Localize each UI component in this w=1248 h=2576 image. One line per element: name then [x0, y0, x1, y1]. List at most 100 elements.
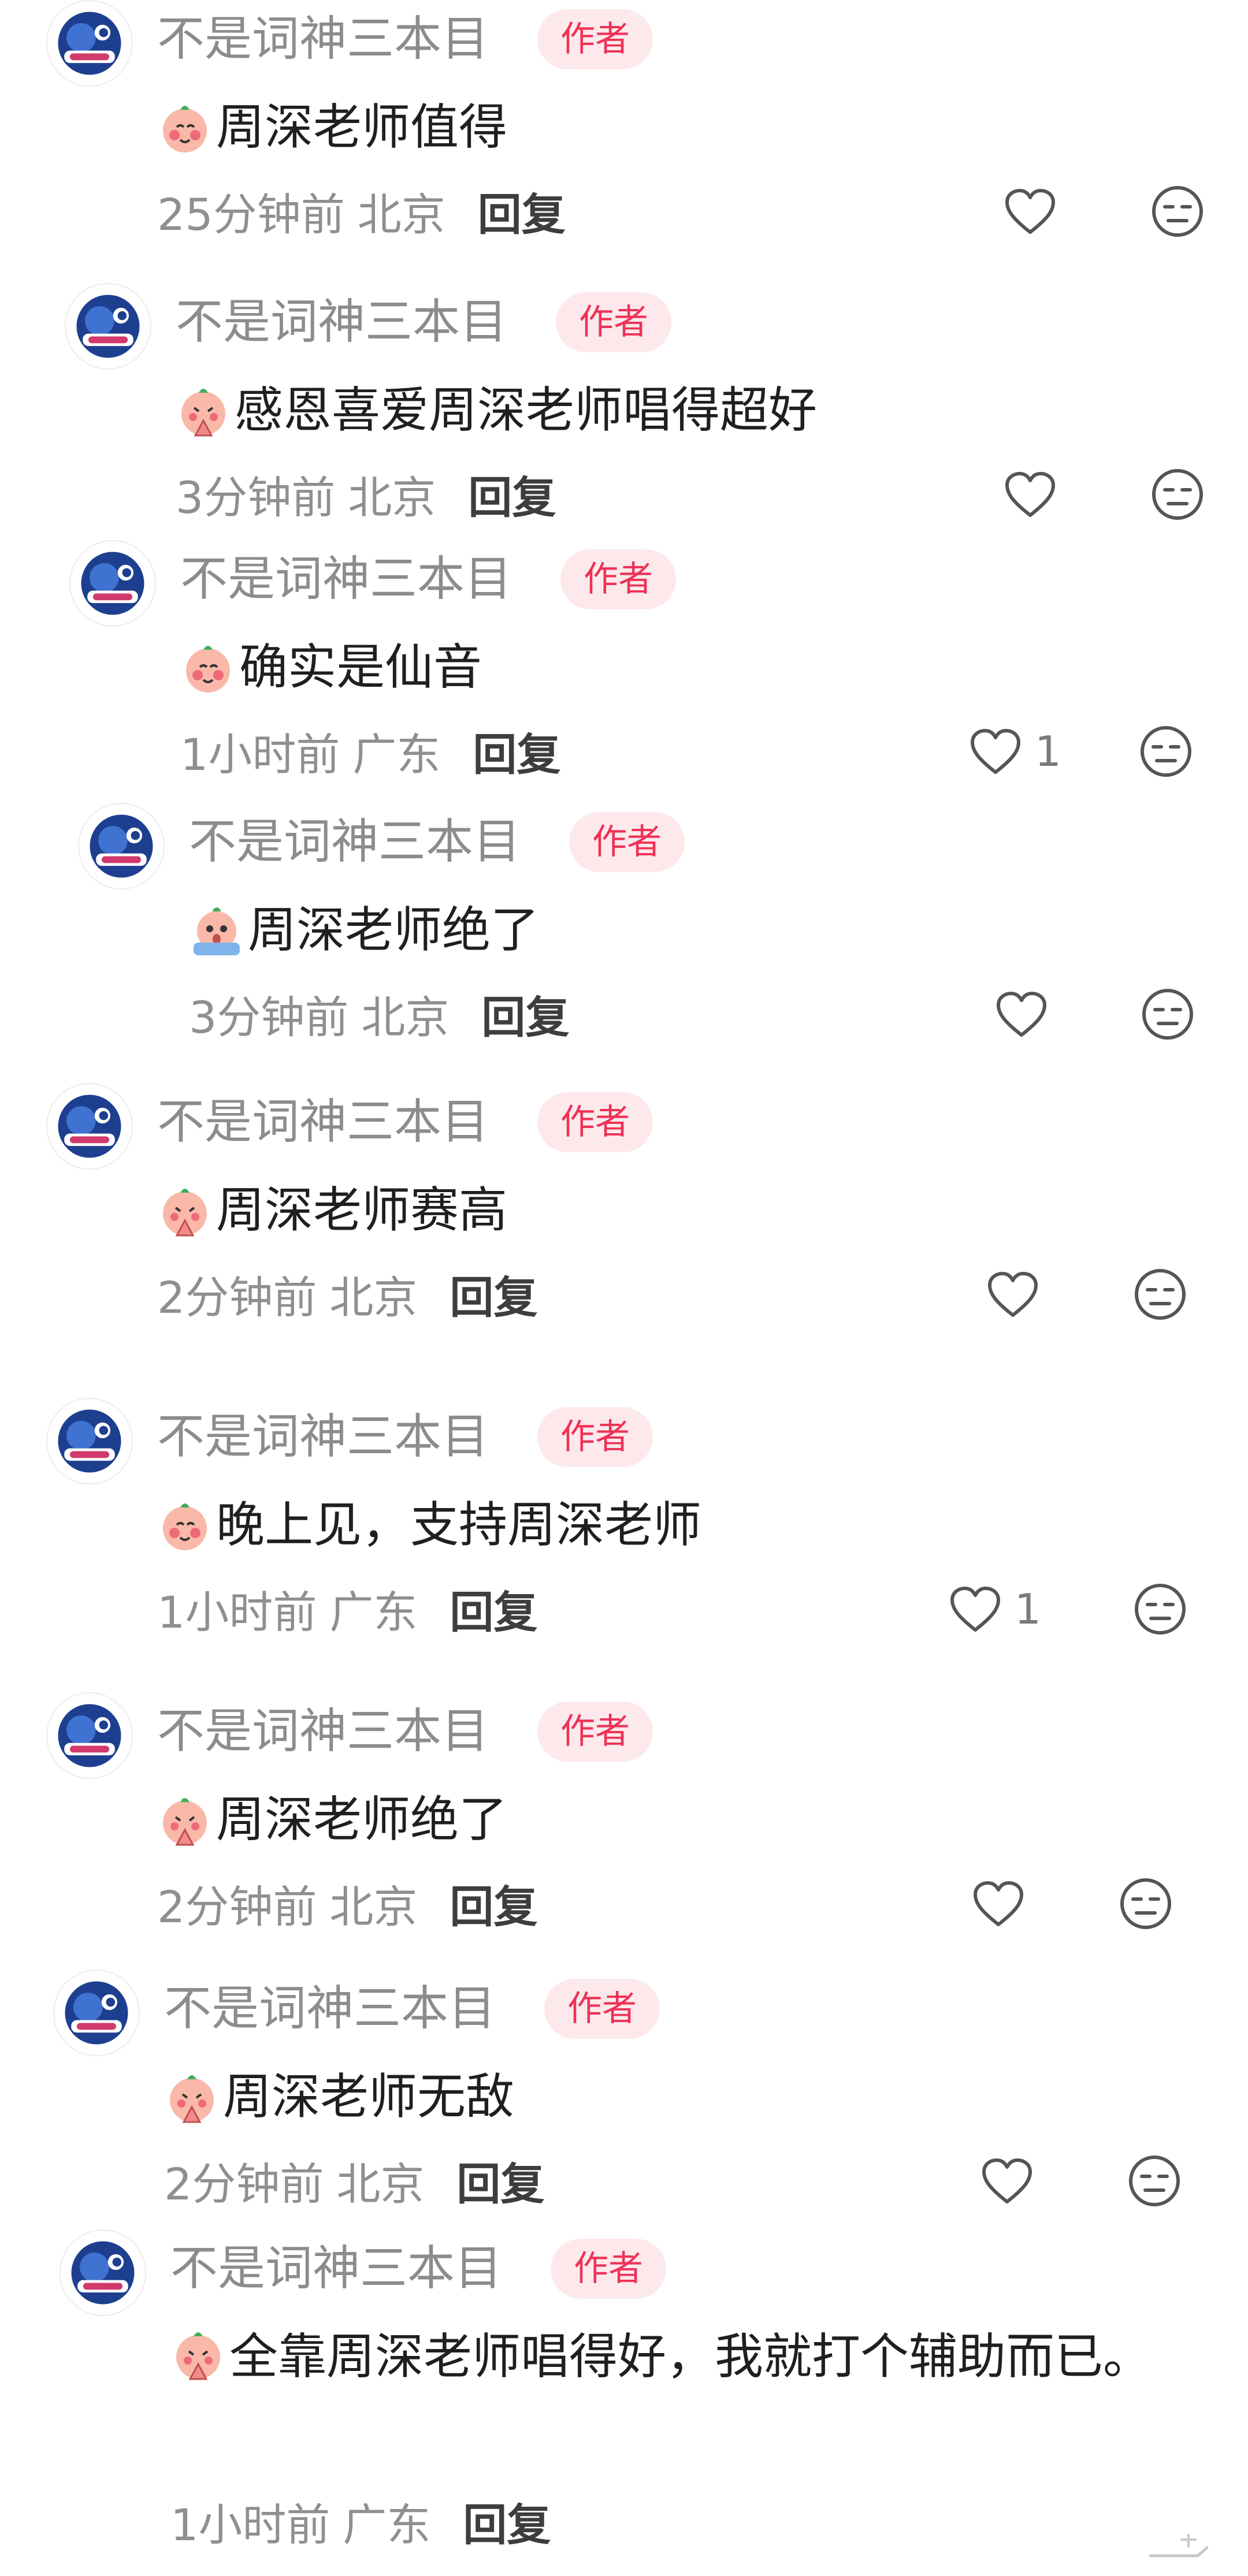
heart-icon	[968, 726, 1023, 777]
like-button[interactable]	[1002, 184, 1069, 239]
avatar[interactable]	[69, 540, 156, 627]
comment-time: 2分钟前	[157, 1272, 317, 1323]
comment-location: 北京	[357, 189, 445, 240]
like-button[interactable]: 1	[948, 1581, 1041, 1637]
peach-shocked-icon	[189, 902, 244, 958]
username[interactable]: 不是词神三本目	[157, 10, 489, 68]
author-badge: 作者	[537, 1092, 653, 1152]
dislike-button[interactable]	[1132, 1581, 1188, 1637]
comment-text-content: 全靠周深老师唱得好，我就打个辅助而已。	[229, 2328, 1152, 2385]
dislike-button[interactable]	[1140, 987, 1195, 1042]
username[interactable]: 不是词神三本目	[176, 293, 507, 351]
comment-location: 北京	[348, 472, 436, 523]
heart-icon	[994, 989, 1049, 1040]
peach-blush-icon	[157, 99, 213, 155]
dislike-button[interactable]	[1138, 724, 1194, 779]
peach-pray-icon	[157, 1792, 213, 1847]
comment-time: 3分钟前	[176, 472, 336, 523]
neutral-face-icon	[1150, 467, 1205, 522]
neutral-face-icon	[1132, 1581, 1188, 1637]
heart-icon	[948, 1584, 1003, 1635]
like-button[interactable]	[1002, 467, 1069, 522]
comment-time: 2分钟前	[157, 1881, 317, 1933]
comment-location: 广东	[352, 729, 441, 780]
username[interactable]: 不是词神三本目	[157, 1408, 489, 1466]
comment-time: 25分钟前	[157, 189, 345, 240]
comment-text: 周深老师绝了	[248, 902, 540, 958]
neutral-face-icon	[1132, 1267, 1188, 1322]
neutral-face-icon	[1140, 987, 1195, 1042]
avatar[interactable]	[60, 2229, 146, 2316]
like-button[interactable]	[994, 987, 1061, 1042]
peach-pray-icon	[164, 2069, 220, 2124]
avatar[interactable]	[53, 1970, 140, 2056]
username[interactable]: 不是词神三本目	[157, 1703, 489, 1760]
username[interactable]: 不是词神三本目	[164, 1980, 496, 2038]
peach-blush-icon	[157, 1497, 213, 1553]
peach-pray-icon	[157, 1182, 213, 1238]
neutral-face-icon	[1127, 2153, 1182, 2209]
comment-text: 周深老师绝了	[216, 1791, 508, 1848]
comment-location: 北京	[329, 1881, 418, 1933]
reply-button[interactable]: 回复	[468, 462, 556, 526]
reply-button[interactable]: 回复	[478, 179, 566, 243]
comment-text: 晚上见，支持周深老师	[216, 1497, 702, 1553]
reply-button[interactable]: 回复	[450, 1262, 537, 1326]
username[interactable]: 不是词神三本目	[180, 550, 512, 608]
reply-button[interactable]: 回复	[450, 1871, 537, 1935]
neutral-face-icon	[1118, 1876, 1173, 1931]
scroll-handle-icon	[1149, 2534, 1209, 2558]
author-badge: 作者	[560, 549, 676, 609]
comment-time: 1小时前	[157, 1587, 317, 1638]
comment-time: 1小时前	[180, 729, 340, 780]
reply-button[interactable]: 回复	[473, 719, 560, 783]
like-button[interactable]: 1	[968, 724, 1061, 779]
dislike-button[interactable]	[1132, 1267, 1188, 1322]
comment-text: 周深老师值得	[216, 99, 508, 155]
avatar[interactable]	[46, 1083, 133, 1170]
neutral-face-icon	[1150, 184, 1205, 239]
dislike-button[interactable]	[1127, 2153, 1182, 2209]
avatar[interactable]	[46, 1398, 133, 1484]
peach-blush-icon	[180, 639, 236, 695]
heart-icon	[1002, 186, 1058, 237]
scroll-handle[interactable]	[1147, 2533, 1210, 2562]
reply-button[interactable]: 回复	[450, 1577, 537, 1640]
avatar[interactable]	[78, 803, 165, 889]
comment-location: 广东	[329, 1587, 418, 1638]
comment-time: 1小时前	[170, 2499, 330, 2551]
reply-button[interactable]: 回复	[481, 982, 569, 1045]
username[interactable]: 不是词神三本目	[170, 2240, 502, 2298]
dislike-button[interactable]	[1150, 184, 1205, 239]
username[interactable]: 不是词神三本目	[157, 1093, 489, 1151]
reply-button[interactable]: 回复	[463, 2489, 551, 2553]
comment-text: 确实是仙音	[239, 639, 482, 695]
dislike-button[interactable]	[1150, 467, 1205, 522]
heart-icon	[985, 1269, 1041, 1320]
reply-button[interactable]: 回复	[456, 2149, 544, 2212]
dislike-button[interactable]	[1118, 1876, 1173, 1931]
comment-location: 北京	[361, 992, 450, 1043]
comment-location: 广东	[343, 2499, 431, 2551]
neutral-face-icon	[1138, 724, 1194, 779]
comment-time: 2分钟前	[164, 2158, 324, 2210]
avatar[interactable]	[65, 283, 151, 370]
like-count: 1	[1015, 1585, 1041, 1633]
like-button[interactable]	[985, 1267, 1052, 1322]
comment-time: 3分钟前	[189, 992, 349, 1043]
avatar[interactable]	[46, 1692, 133, 1779]
author-badge: 作者	[537, 1702, 653, 1762]
username[interactable]: 不是词神三本目	[189, 813, 521, 871]
author-badge: 作者	[544, 1979, 660, 2039]
like-button[interactable]	[971, 1876, 1038, 1931]
avatar[interactable]	[46, 0, 133, 87]
peach-pray-icon	[176, 382, 231, 438]
comment-text: 周深老师赛高	[216, 1182, 508, 1238]
author-badge: 作者	[537, 9, 653, 69]
comment-text: 全靠周深老师唱得好，我就打个辅助而已。	[170, 2316, 1164, 2397]
like-button[interactable]	[979, 2153, 1046, 2209]
heart-icon	[979, 2156, 1035, 2206]
author-badge: 作者	[551, 2239, 666, 2299]
comment-location: 北京	[336, 2158, 425, 2210]
heart-icon	[971, 1878, 1026, 1929]
